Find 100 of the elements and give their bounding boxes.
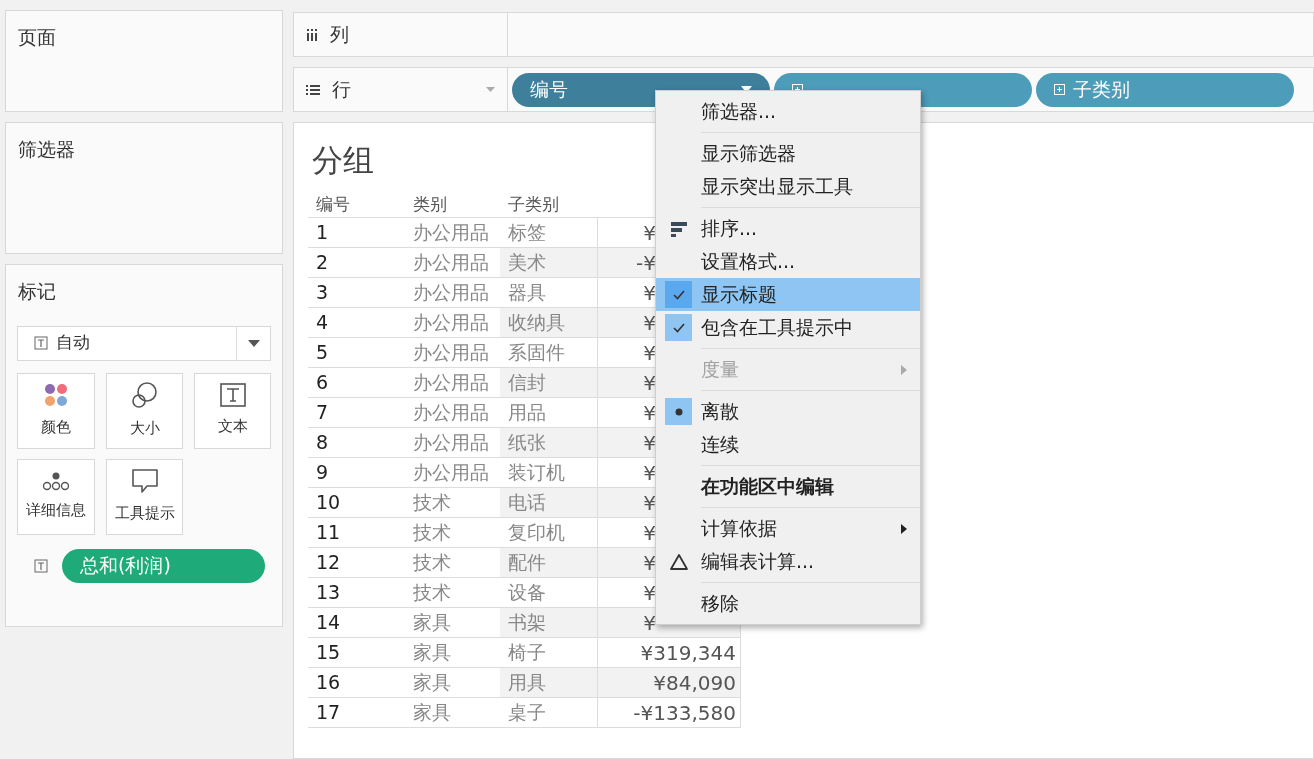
table-cell-text: 用品 (507, 400, 547, 426)
mark-card-label: 详细信息 (26, 500, 86, 522)
table-cell-text: 办公用品 (412, 460, 490, 486)
table-cell-text: 家具 (412, 640, 452, 666)
table-cell-text: 复印机 (507, 520, 566, 546)
dropdown-caret-icon (247, 339, 260, 347)
shelf-label: 列 (330, 22, 349, 48)
mark-card-label: 颜色 (41, 417, 71, 439)
panel-title: 筛选器 (17, 137, 76, 162)
table-cell-text: 办公用品 (412, 220, 490, 246)
menu-item-label: 显示突出显示工具 (701, 174, 854, 200)
table-cell-text: 4 (315, 310, 330, 336)
panel-title: 标记 (17, 279, 57, 304)
table-cell-text: 2 (315, 250, 330, 276)
table-cell-text: 办公用品 (412, 430, 490, 456)
table-cell: -¥133,580 (597, 698, 741, 727)
mark-card-label: 工具提示 (114, 503, 175, 525)
text-mark-icon (34, 336, 48, 350)
table-cell: 纸张 (500, 428, 597, 457)
sort-bars-icon (669, 219, 688, 238)
table-cell-text: 9 (315, 460, 330, 486)
table-cell-text: 桌子 (507, 700, 547, 726)
table-cell-text: 10 (315, 490, 342, 516)
menu-item[interactable]: 显示突出显示工具 (656, 170, 920, 203)
text-icon (219, 383, 246, 408)
table-cell-text: 12 (315, 550, 342, 576)
table-cell-text: 1 (315, 220, 330, 246)
panel-title: 页面 (17, 25, 57, 50)
expand-icon (1054, 84, 1065, 95)
table-cell-text: 技术 (412, 580, 452, 606)
color-dots-icon (43, 382, 69, 409)
columns-icon (306, 28, 318, 41)
shelf-label: 行 (332, 77, 352, 103)
table-cell-text: 家具 (412, 700, 452, 726)
table-cell: 美术 (500, 248, 597, 277)
column-header: 类别 (412, 192, 448, 216)
table-cell-text: 技术 (412, 520, 452, 546)
menu-item-label: 显示筛选器 (701, 141, 797, 167)
table-cell: 电话 (500, 488, 597, 517)
text-field-icon (34, 558, 48, 573)
table-cell-text: 办公用品 (412, 400, 490, 426)
table-cell: 用具 (500, 668, 597, 697)
mark-card-label: 文本 (217, 416, 248, 438)
column-header: 编号 (315, 192, 351, 216)
pill-label: 子类别 (1073, 77, 1130, 103)
table-cell-text: 办公用品 (412, 280, 490, 306)
table-cell-text: 标签 (507, 220, 547, 246)
submenu-arrow-icon (900, 363, 908, 376)
detail-dots-icon (41, 471, 71, 492)
table-cell-text: 办公用品 (412, 370, 490, 396)
table-cell: 收纳具 (500, 308, 597, 337)
menu-item[interactable]: 显示筛选器 (656, 137, 920, 170)
table-cell-text: 15 (315, 640, 342, 666)
rows-icon (306, 83, 320, 96)
triangle-icon (668, 552, 689, 571)
table-cell: ¥84,090 (597, 668, 741, 697)
table-cell-text: 6 (315, 370, 330, 396)
column-header: 子类别 (507, 192, 560, 216)
menu-item-label: 连续 (701, 432, 740, 458)
mark-card-button[interactable]: 详细信息 (17, 458, 95, 535)
mark-type-dropdown[interactable]: 自动 (17, 325, 271, 361)
table-cell: 书架 (500, 608, 597, 637)
table-cell-text: 家具 (412, 670, 452, 696)
table-cell-text: 技术 (412, 490, 452, 516)
table-cell-text: 器具 (507, 280, 547, 306)
mark-card-button[interactable]: 工具提示 (106, 458, 183, 535)
table-cell-text: 13 (315, 580, 342, 606)
table-cell-text: 技术 (412, 550, 452, 576)
sheet-title: 分组 (312, 145, 374, 176)
table-cell-text: 椅子 (507, 640, 547, 666)
speech-bubble-icon (130, 468, 159, 495)
table-cell-text: 系固件 (507, 340, 566, 366)
table-cell: ¥319,344 (597, 638, 741, 667)
mark-card-button[interactable]: 大小 (106, 372, 183, 449)
table-cell-text: 办公用品 (412, 250, 490, 276)
table-cell-text: 5 (315, 340, 330, 366)
menu-item-label: 离散 (701, 399, 740, 425)
menu-item[interactable]: 显示标题 (656, 278, 920, 311)
submenu-arrow-icon (900, 522, 908, 535)
table-cell-text: 办公用品 (412, 340, 490, 366)
mark-type-label: 自动 (56, 331, 90, 355)
table-cell-text: 11 (315, 520, 342, 546)
table-cell-text: 办公用品 (412, 310, 490, 336)
table-cell-text: 8 (315, 430, 330, 456)
table-cell-text: 14 (315, 610, 342, 636)
mark-card-button[interactable]: 颜色 (17, 372, 95, 449)
table-cell-text: 7 (315, 400, 330, 426)
size-circles-icon (130, 381, 159, 410)
table-cell-text: 设备 (507, 580, 547, 606)
table-cell-text: 装订机 (507, 460, 566, 486)
table-cell: 配件 (500, 548, 597, 577)
dropdown-caret-icon (486, 87, 495, 92)
table-cell-text: 16 (315, 670, 342, 696)
table-cell: 信封 (500, 368, 597, 397)
table-cell-text: 3 (315, 280, 330, 306)
table-cell-text: 家具 (412, 610, 452, 636)
table-cell-text: 17 (315, 700, 342, 726)
mark-card-label: 大小 (129, 418, 160, 440)
mark-card-button[interactable]: 文本 (194, 372, 271, 449)
pill-label: 编号 (530, 77, 568, 103)
